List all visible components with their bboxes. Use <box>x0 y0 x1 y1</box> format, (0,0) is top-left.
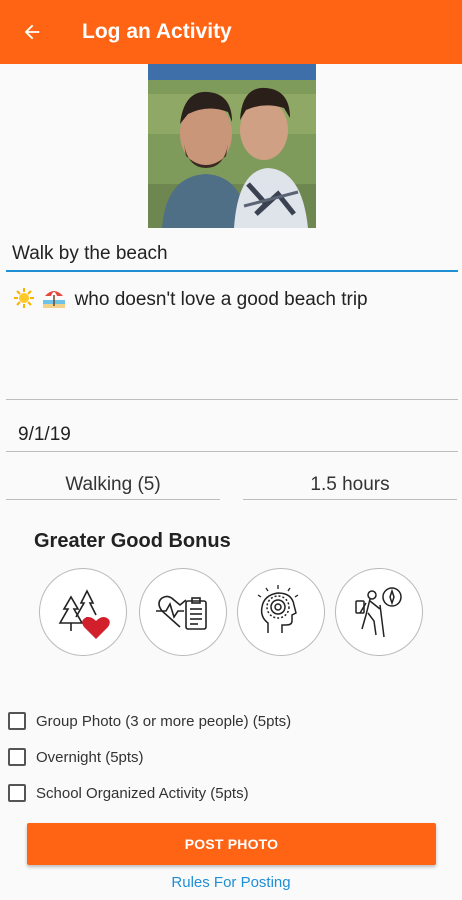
bonus-health-button[interactable] <box>139 568 227 656</box>
rules-for-posting-link[interactable]: Rules For Posting <box>0 874 462 891</box>
activity-title-input[interactable] <box>6 238 458 272</box>
duration-select[interactable]: 1.5 hours <box>243 468 457 500</box>
bonus-adventure-button[interactable] <box>335 568 423 656</box>
group-photo-checkbox[interactable]: Group Photo (3 or more people) (5pts) <box>8 709 291 733</box>
page-title: Log an Activity <box>82 20 232 43</box>
checkbox-box[interactable] <box>8 712 26 730</box>
checkbox-box[interactable] <box>8 748 26 766</box>
overnight-checkbox[interactable]: Overnight (5pts) <box>8 745 144 769</box>
activity-description-text: who doesn't love a good beach trip <box>74 289 368 310</box>
checkbox-label: Overnight (5pts) <box>36 748 144 766</box>
activity-description-field[interactable]: who doesn't love a good beach trip <box>6 280 458 400</box>
app-bar: Log an Activity <box>0 0 462 64</box>
school-activity-checkbox[interactable]: School Organized Activity (5pts) <box>8 781 249 805</box>
mind-focus-icon <box>257 585 299 633</box>
checkbox-label: School Organized Activity (5pts) <box>36 784 249 802</box>
checkbox-box[interactable] <box>8 784 26 802</box>
activity-type-select[interactable]: Walking (5) <box>6 468 220 500</box>
arrow-left-icon <box>24 24 40 40</box>
trees-heart-icon <box>58 589 110 639</box>
bonus-options <box>39 568 429 658</box>
bonus-mind-button[interactable] <box>237 568 325 656</box>
health-clipboard-icon <box>156 595 207 630</box>
activity-photo[interactable] <box>148 64 316 228</box>
bonus-environment-button[interactable] <box>39 568 127 656</box>
beach-umbrella-icon <box>43 286 66 314</box>
photo-image <box>148 64 316 228</box>
hiker-compass-icon <box>355 587 402 638</box>
bonus-section-title: Greater Good Bonus <box>34 530 231 552</box>
sun-icon <box>14 288 34 314</box>
date-field[interactable]: 9/1/19 <box>6 418 458 452</box>
post-photo-button[interactable]: POST PHOTO <box>27 823 436 865</box>
checkbox-label: Group Photo (3 or more people) (5pts) <box>36 712 292 730</box>
back-button[interactable] <box>0 0 64 64</box>
